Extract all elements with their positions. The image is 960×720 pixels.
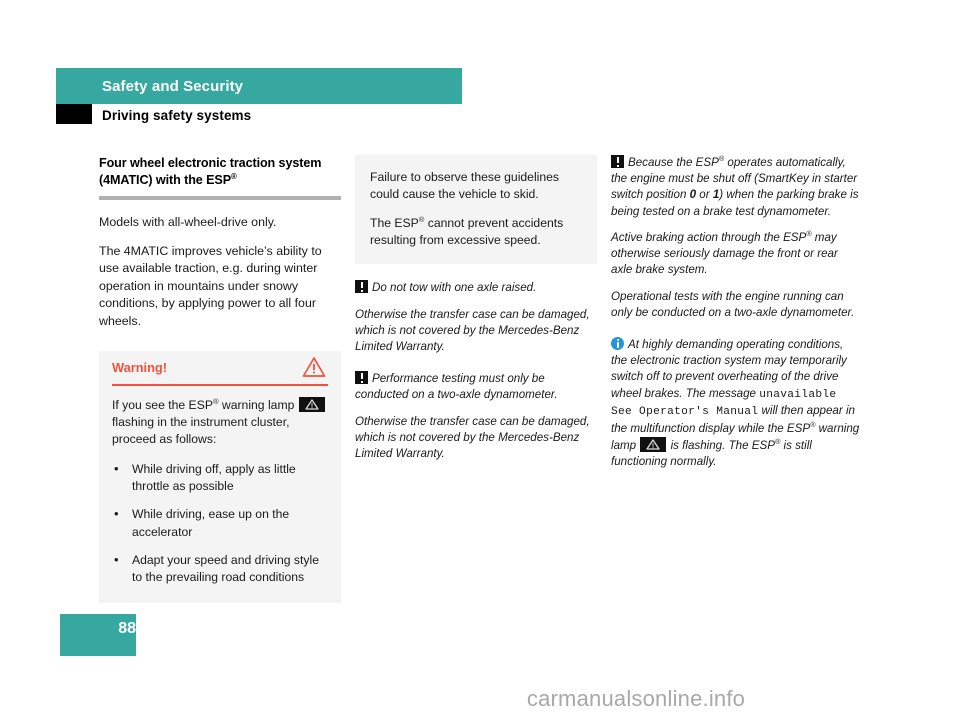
esp-prefix: The ESP — [370, 215, 419, 230]
list-item: Adapt your speed and driving style to th… — [112, 551, 328, 587]
registered-mark: ® — [231, 171, 237, 181]
exclamation-box-icon — [611, 155, 624, 168]
note-do-not-tow: Do not tow with one axle raised. — [355, 280, 597, 296]
warning-triangle-icon — [302, 356, 326, 383]
list-item: While driving off, apply as little throt… — [112, 460, 328, 496]
paragraph-models-awd: Models with all-wheel-drive only. — [99, 215, 277, 229]
chapter-title: Safety and Security — [102, 78, 244, 95]
paragraph-failure-to-observe: Failure to observe these guidelines coul… — [370, 170, 560, 202]
note-do-not-tow-body: Otherwise the transfer case can be damag… — [355, 307, 590, 353]
exclamation-box-icon — [355, 371, 368, 385]
info-note-part-4: is flashing. The ESP — [667, 439, 775, 453]
paragraph-active-braking: Active braking action through the ESP® m… — [611, 230, 861, 279]
watermark: carmanualsonline.info — [0, 686, 960, 712]
paragraph-4matic-description: The 4MATIC improves vehicle’s ability to… — [99, 243, 322, 329]
list-item: While driving, ease up on the accelerato… — [112, 505, 328, 541]
note-esp-operates-automatically: Because the ESP® operates automatically,… — [611, 155, 861, 220]
paragraph-esp-cannot-prevent: The ESP® cannot prevent accidents result… — [370, 215, 582, 250]
warning-intro-part-1: If you see the ESP — [112, 397, 213, 412]
note-lead-part-3: or — [696, 188, 713, 202]
guideline-callout-box: Failure to observe these guidelines coul… — [355, 155, 597, 265]
esp-warning-lamp-icon — [640, 437, 667, 453]
warning-intro-part-3: flashing in the instrument cluster, proc… — [112, 414, 290, 447]
info-circle-icon — [611, 336, 624, 350]
watermark-text: carmanualsonline.info — [526, 686, 746, 711]
paragraph-operational-tests: Operational tests with the engine runnin… — [611, 289, 855, 319]
note-performance-testing: Performance testing must only be conduct… — [355, 371, 597, 403]
subsection-heading-line-1: Four wheel electronic traction system — [99, 156, 322, 170]
section-title: Driving safety systems — [102, 108, 252, 123]
warning-label: Warning! — [112, 359, 167, 375]
page-number: 88 — [118, 620, 136, 637]
warning-callout-box: Warning! If you see the ESP® warning lam… — [99, 350, 341, 603]
column-middle: Failure to observe these guidelines coul… — [355, 155, 597, 462]
warning-intro-part-2: warning lamp — [218, 397, 298, 412]
heading-rule — [99, 196, 341, 200]
note-performance-testing-body: Otherwise the transfer case can be damag… — [355, 414, 590, 461]
warning-intro-paragraph: If you see the ESP® warning lamp flashin… — [112, 396, 328, 449]
warning-callout-body: If you see the ESP® warning lamp flashin… — [99, 386, 341, 603]
column-right: Because the ESP® operates automatically,… — [611, 155, 861, 471]
column-left: Four wheel electronic traction system (4… — [99, 155, 341, 603]
note-highly-demanding-conditions: At highly demanding operating conditions… — [611, 336, 861, 471]
exclamation-box-icon — [355, 280, 368, 294]
subsection-heading: Four wheel electronic traction system (4… — [99, 155, 341, 189]
section-color-swatch — [56, 104, 92, 124]
subsection-heading-line-2: (4MATIC) with the ESP — [99, 173, 231, 187]
note-do-not-tow-lead: Do not tow with one axle raised. — [372, 281, 537, 295]
note-performance-testing-lead: Performance testing must only be conduct… — [355, 372, 558, 402]
active-braking-prefix: Active braking action through the ESP — [611, 230, 807, 244]
esp-warning-lamp-icon — [298, 396, 325, 412]
warning-callout-header: Warning! — [112, 351, 328, 386]
note-lead-part-1: Because the ESP — [628, 156, 719, 169]
warning-bullet-list: While driving off, apply as little throt… — [112, 460, 328, 587]
